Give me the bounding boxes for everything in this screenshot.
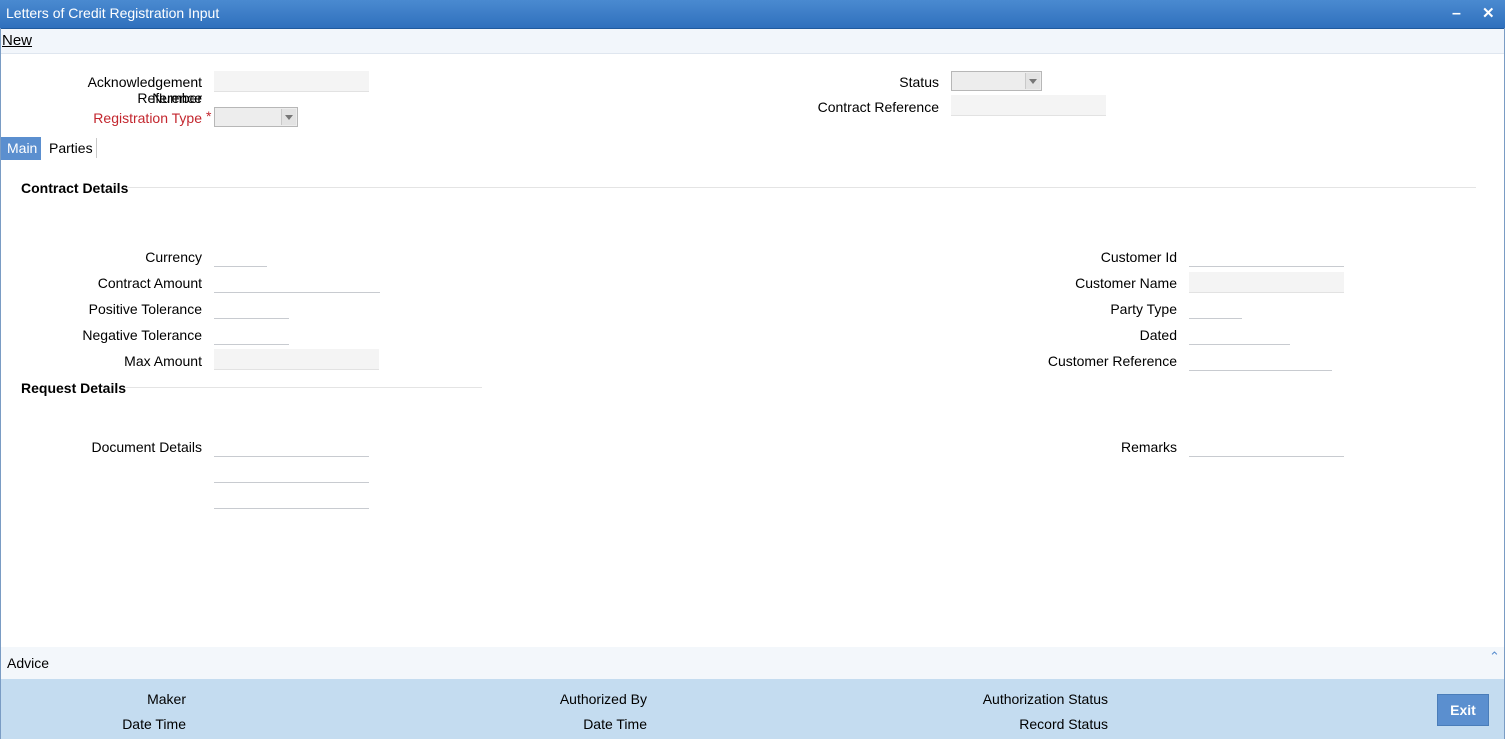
window-titlebar: Letters of Credit Registration Input – ✕ bbox=[0, 0, 1505, 29]
tab-parties[interactable]: Parties bbox=[43, 137, 95, 160]
currency-label: Currency bbox=[145, 249, 202, 265]
ack-ref-input[interactable] bbox=[214, 71, 369, 92]
customer-reference-label: Customer Reference bbox=[1047, 353, 1177, 369]
dated-label: Dated bbox=[1139, 327, 1177, 343]
positive-tolerance-input[interactable] bbox=[214, 298, 289, 319]
maker-label: Maker bbox=[147, 691, 186, 707]
window-title: Letters of Credit Registration Input bbox=[6, 5, 220, 21]
contract-details-divider bbox=[127, 187, 1476, 188]
audit-footer bbox=[1, 679, 1504, 739]
maker-date-time-label: Date Time bbox=[122, 716, 186, 732]
registration-type-label-text: Registration Type bbox=[93, 110, 202, 126]
party-type-label: Party Type bbox=[1110, 301, 1177, 317]
contract-amount-input[interactable] bbox=[214, 272, 380, 293]
contract-reference-input[interactable] bbox=[951, 95, 1106, 116]
negative-tolerance-label: Negative Tolerance bbox=[82, 327, 202, 343]
chevron-down-icon[interactable] bbox=[1025, 73, 1040, 89]
remarks-label: Remarks bbox=[1120, 439, 1177, 455]
customer-name-input[interactable] bbox=[1189, 272, 1344, 293]
document-details-label: Document Details bbox=[91, 439, 203, 455]
ack-ref-label-line2: Number bbox=[152, 90, 202, 106]
status-label: Status bbox=[899, 74, 939, 90]
positive-tolerance-label: Positive Tolerance bbox=[88, 301, 202, 317]
authorized-date-time-label: Date Time bbox=[583, 716, 647, 732]
party-type-input[interactable] bbox=[1189, 298, 1242, 319]
max-amount-label: Max Amount bbox=[124, 353, 202, 369]
new-menu-link[interactable]: New bbox=[2, 32, 32, 49]
contract-reference-label: Contract Reference bbox=[817, 99, 939, 115]
close-icon[interactable]: ✕ bbox=[1482, 6, 1495, 22]
window-frame bbox=[0, 28, 1505, 739]
request-details-title: Request Details bbox=[21, 380, 127, 396]
minimize-icon[interactable]: – bbox=[1452, 6, 1461, 22]
document-details-input-3[interactable] bbox=[214, 488, 369, 509]
customer-name-label: Customer Name bbox=[1075, 275, 1177, 291]
authorized-by-label: Authorized By bbox=[559, 691, 647, 707]
registration-type-select[interactable] bbox=[214, 107, 298, 127]
tab-main[interactable]: Main bbox=[1, 137, 41, 160]
currency-input[interactable] bbox=[214, 246, 267, 267]
authorization-status-label: Authorization Status bbox=[982, 691, 1108, 707]
menu-bar: New bbox=[1, 29, 1504, 54]
exit-button[interactable]: Exit bbox=[1437, 694, 1489, 726]
max-amount-input[interactable] bbox=[214, 349, 379, 370]
customer-id-input[interactable] bbox=[1189, 246, 1344, 267]
collapse-icon[interactable]: ⌃ bbox=[1489, 649, 1500, 665]
negative-tolerance-input[interactable] bbox=[214, 324, 289, 345]
request-details-divider bbox=[125, 387, 482, 388]
remarks-input[interactable] bbox=[1189, 436, 1344, 457]
customer-reference-input[interactable] bbox=[1189, 350, 1332, 371]
registration-type-label: Registration Type bbox=[20, 110, 202, 126]
required-marker: * bbox=[206, 108, 212, 124]
status-select[interactable] bbox=[951, 71, 1042, 91]
customer-id-label: Customer Id bbox=[1100, 249, 1177, 265]
contract-details-title: Contract Details bbox=[21, 180, 129, 196]
chevron-down-icon[interactable] bbox=[281, 109, 296, 125]
contract-amount-label: Contract Amount bbox=[97, 275, 202, 291]
document-details-input-2[interactable] bbox=[214, 462, 369, 483]
document-details-input-1[interactable] bbox=[214, 436, 369, 457]
advice-bar[interactable]: Advice ⌃ bbox=[1, 647, 1504, 679]
dated-input[interactable] bbox=[1189, 324, 1290, 345]
advice-label[interactable]: Advice bbox=[7, 655, 49, 671]
record-status-label: Record Status bbox=[1019, 716, 1108, 732]
tab-divider bbox=[96, 138, 97, 158]
